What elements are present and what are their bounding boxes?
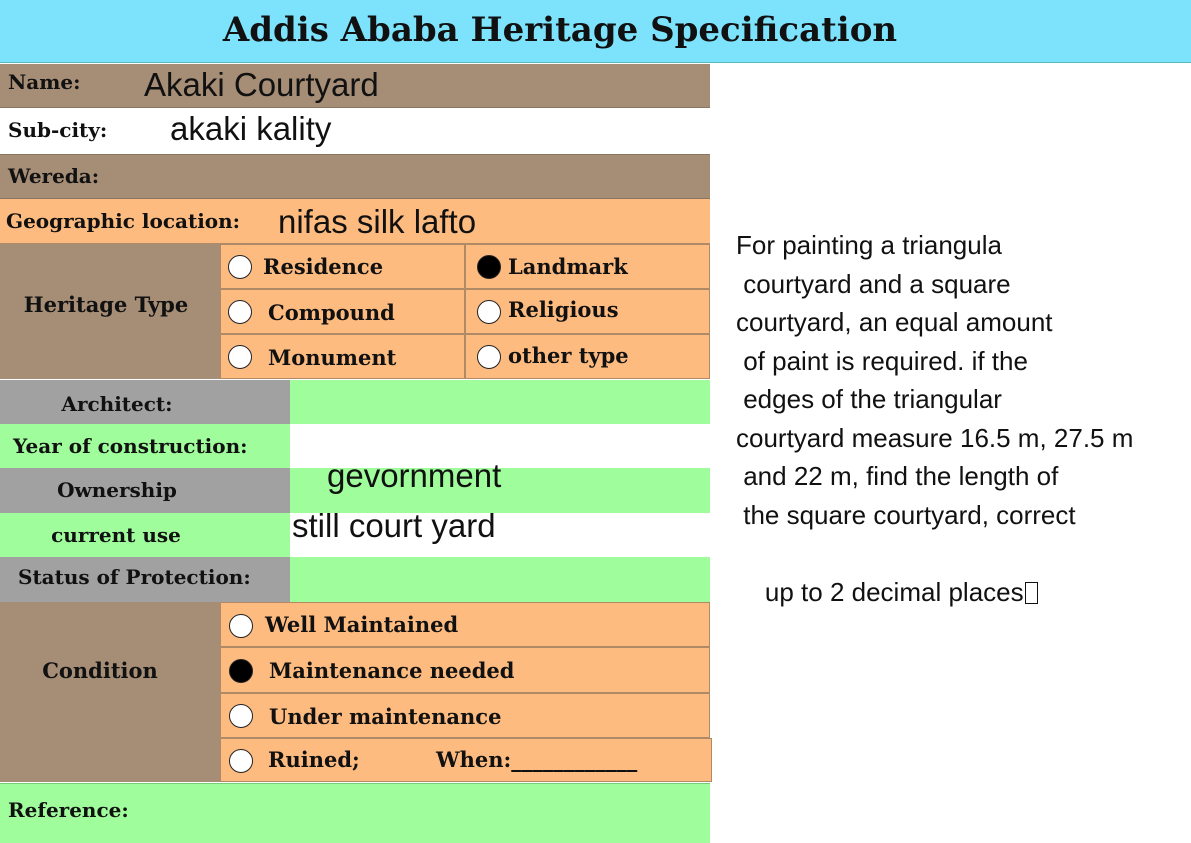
subcity-value[interactable]: akaki kality: [170, 110, 331, 148]
condition-label-cell: Condition: [0, 602, 220, 782]
condition-label: Condition: [42, 658, 158, 683]
radio-landmark[interactable]: [477, 255, 501, 279]
architect-label: Architect:: [61, 392, 173, 416]
ownership-value[interactable]: gevornment: [327, 457, 501, 495]
problem-line: edges of the triangular: [736, 384, 1002, 414]
condition-option-maintenance-needed[interactable]: Maintenance needed: [220, 647, 710, 693]
option-label: Landmark: [508, 254, 628, 279]
radio-monument[interactable]: [228, 345, 252, 369]
heritage-option-compound[interactable]: Compound: [220, 289, 465, 334]
ownership-label: Ownership: [57, 478, 177, 502]
reference-label: Reference:: [8, 798, 129, 822]
geo-value[interactable]: nifas silk lafto: [278, 203, 476, 241]
problem-line: courtyard and a square: [736, 268, 1011, 299]
problem-last-line: up to 2 decimal places: [736, 534, 1188, 650]
page-title: Addis Ababa Heritage Specification: [222, 10, 898, 50]
radio-residence[interactable]: [228, 255, 252, 279]
status-label: Status of Protection:: [18, 565, 251, 589]
problem-text: For painting a triangula courtyard and a…: [736, 226, 1188, 650]
radio-under-maintenance[interactable]: [229, 704, 253, 728]
radio-compound[interactable]: [228, 300, 252, 324]
radio-religious[interactable]: [477, 300, 501, 324]
architect-value-cell[interactable]: [290, 380, 710, 424]
problem-line: the square courtyard, correct: [736, 499, 1076, 530]
status-label-cell: Status of Protection:: [0, 557, 290, 602]
geo-row: Geographic location: nifas silk lafto: [0, 199, 710, 244]
problem-line: courtyard, an equal amount: [736, 307, 1053, 337]
problem-line: up to 2 decimal places: [764, 576, 1024, 607]
option-label: Well Maintained: [265, 612, 459, 637]
reference-row: Reference:: [0, 783, 710, 843]
status-value-cell[interactable]: [290, 557, 710, 602]
heritage-option-residence[interactable]: Residence: [220, 244, 465, 289]
current-use-label: current use: [51, 523, 181, 547]
missing-glyph-icon: [1024, 581, 1038, 604]
condition-option-under-maintenance[interactable]: Under maintenance: [220, 693, 710, 738]
condition-option-ruined[interactable]: Ruined; When:____________: [220, 738, 712, 782]
wereda-label: Wereda:: [8, 164, 100, 188]
heritage-option-landmark[interactable]: Landmark: [465, 244, 710, 289]
option-label: other type: [508, 343, 629, 368]
current-use-label-cell: current use: [0, 513, 290, 557]
radio-maintenance-needed[interactable]: [229, 659, 253, 683]
heritage-type-label: Heritage Type: [23, 292, 189, 317]
year-label: Year of construction:: [13, 434, 248, 458]
subcity-label: Sub-city:: [8, 118, 108, 142]
option-label: Maintenance needed: [269, 658, 515, 683]
condition-option-well-maintained[interactable]: Well Maintained: [220, 602, 710, 647]
heritage-type-label-cell: Heritage Type: [0, 244, 220, 379]
ownership-label-cell: Ownership: [0, 468, 290, 513]
option-label: Monument: [268, 345, 397, 370]
problem-line: For painting a triangula: [736, 230, 1002, 260]
radio-other-type[interactable]: [477, 345, 501, 369]
year-label-cell: Year of construction:: [0, 424, 290, 468]
name-label: Name:: [8, 70, 81, 94]
name-value[interactable]: Akaki Courtyard: [144, 66, 379, 104]
heritage-option-other[interactable]: other type: [465, 334, 710, 379]
option-label: Residence: [263, 254, 384, 279]
heritage-option-religious[interactable]: Religious: [465, 289, 710, 334]
heritage-option-monument[interactable]: Monument: [220, 334, 465, 379]
radio-well-maintained[interactable]: [229, 614, 253, 638]
problem-line: courtyard measure 16.5 m, 27.5 m: [736, 422, 1134, 453]
geo-label: Geographic location:: [6, 209, 241, 233]
option-label: Under maintenance: [269, 704, 502, 729]
option-label: Ruined;: [268, 747, 360, 772]
subcity-row: Sub-city: akaki kality: [0, 108, 710, 154]
architect-label-cell: Architect:: [0, 380, 290, 424]
problem-line: of paint is required. if the: [736, 345, 1028, 376]
name-row: Name: Akaki Courtyard: [0, 64, 710, 108]
wereda-row: Wereda:: [0, 154, 710, 199]
current-use-value[interactable]: still court yard: [292, 507, 496, 545]
title-banner: Addis Ababa Heritage Specification: [0, 0, 1191, 63]
when-field[interactable]: When:____________: [436, 747, 637, 772]
option-label: Compound: [268, 300, 395, 325]
problem-line: and 22 m, find the length of: [736, 461, 1059, 491]
option-label: Religious: [508, 297, 619, 322]
radio-ruined[interactable]: [229, 749, 253, 773]
